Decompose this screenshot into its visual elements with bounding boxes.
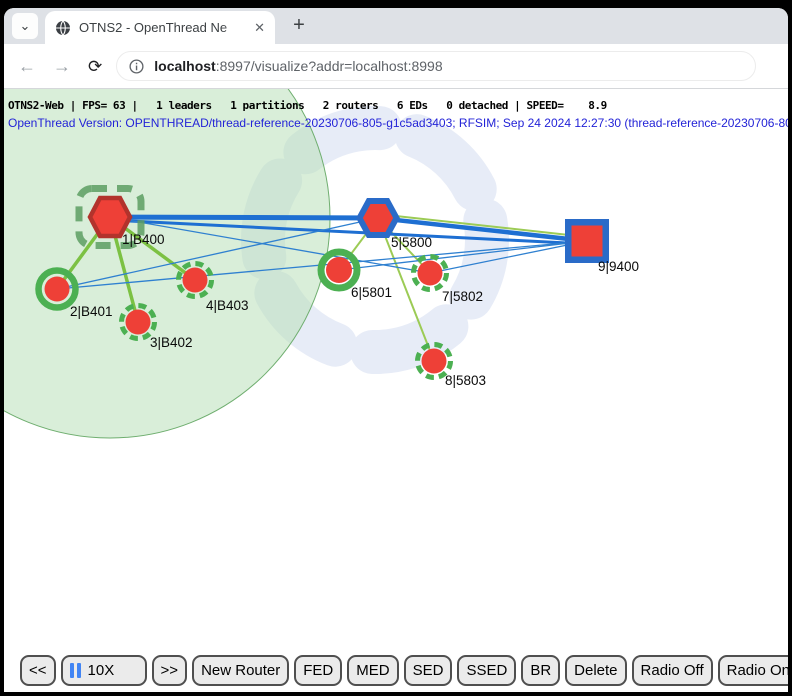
new-router-button[interactable]: New Router bbox=[192, 655, 289, 686]
status-line: OTNS2-Web | FPS= 63 | 1 leaders 1 partit… bbox=[8, 99, 607, 112]
node-8-label: 8|5803 bbox=[445, 373, 486, 388]
button-label: New Router bbox=[201, 663, 280, 678]
step-back-button[interactable]: << bbox=[20, 655, 56, 686]
fed-button[interactable]: FED bbox=[294, 655, 342, 686]
button-label: << bbox=[29, 663, 47, 678]
edge-1-5 bbox=[110, 217, 378, 218]
button-label: 10X bbox=[88, 663, 115, 678]
button-label: >> bbox=[161, 663, 179, 678]
node-7[interactable] bbox=[418, 261, 443, 286]
button-label: Delete bbox=[574, 663, 617, 678]
button-label: BR bbox=[530, 663, 551, 678]
url-path: :8997/visualize?addr=localhost:8998 bbox=[216, 58, 443, 74]
reload-icon[interactable]: ⟳ bbox=[88, 58, 102, 75]
tab-close-icon[interactable]: ✕ bbox=[254, 20, 265, 36]
pause-icon bbox=[70, 663, 84, 678]
node-9-label: 9|9400 bbox=[598, 259, 639, 274]
page-info-icon[interactable] bbox=[129, 59, 144, 74]
node-7-label: 7|5802 bbox=[442, 289, 483, 304]
br-button[interactable]: BR bbox=[521, 655, 560, 686]
node-2[interactable] bbox=[45, 277, 70, 302]
button-label: Radio Off bbox=[641, 663, 704, 678]
node-6[interactable] bbox=[326, 257, 352, 283]
tab-search-button[interactable]: ⌄ bbox=[12, 13, 38, 39]
node-1-label: 1|B400 bbox=[122, 232, 165, 247]
node-6-label: 6|5801 bbox=[351, 285, 392, 300]
tab-strip: ⌄ OTNS2 - OpenThread Ne ✕ + bbox=[4, 8, 788, 44]
button-label: SSED bbox=[466, 663, 507, 678]
button-label: FED bbox=[303, 663, 333, 678]
node-4-label: 4|B403 bbox=[206, 298, 249, 313]
browser-window: ⌄ OTNS2 - OpenThread Ne ✕ + ← → ⟳ localh… bbox=[4, 8, 788, 692]
address-field[interactable]: localhost:8997/visualize?addr=localhost:… bbox=[116, 51, 756, 81]
node-5-label: 5|5800 bbox=[391, 235, 432, 250]
network-canvas[interactable]: 1|B400 2|B401 3|B402 4|B403 5|5800 6|5801 7|58… bbox=[4, 89, 788, 648]
delete-button[interactable]: Delete bbox=[565, 655, 626, 686]
openthread-version-line: OpenThread Version: OPENTHREAD/thread-re… bbox=[8, 116, 788, 130]
tab-title: OTNS2 - OpenThread Ne bbox=[79, 20, 248, 36]
speed-button[interactable]: 10X bbox=[61, 655, 147, 686]
node-1[interactable] bbox=[90, 198, 130, 236]
node-5[interactable] bbox=[360, 201, 397, 235]
ssed-button[interactable]: SSED bbox=[457, 655, 516, 686]
button-label: MED bbox=[356, 663, 389, 678]
button-label: Radio On bbox=[727, 663, 788, 678]
tab-otns2[interactable]: OTNS2 - OpenThread Ne ✕ bbox=[45, 11, 275, 44]
url-host: localhost bbox=[154, 58, 215, 74]
forward-icon[interactable]: → bbox=[53, 57, 71, 75]
node-3-label: 3|B402 bbox=[150, 335, 193, 350]
url-text: localhost:8997/visualize?addr=localhost:… bbox=[154, 58, 442, 74]
radio-off-button[interactable]: Radio Off bbox=[632, 655, 713, 686]
back-icon[interactable]: ← bbox=[18, 57, 36, 75]
sed-button[interactable]: SED bbox=[404, 655, 453, 686]
node-4[interactable] bbox=[183, 268, 208, 293]
radio-on-button[interactable]: Radio On bbox=[718, 655, 788, 686]
chevron-down-icon: ⌄ bbox=[20, 18, 31, 34]
step-forward-button[interactable]: >> bbox=[152, 655, 188, 686]
radio-range-circle bbox=[4, 89, 330, 438]
node-8[interactable] bbox=[422, 349, 447, 374]
node-3[interactable] bbox=[126, 310, 151, 335]
globe-favicon-icon bbox=[55, 20, 71, 36]
plus-icon: + bbox=[293, 14, 305, 37]
url-bar: ← → ⟳ localhost:8997/visualize?addr=loca… bbox=[4, 44, 788, 88]
toolbar: << 10X >> New Router FED MED SED SSED BR Delete Ra… bbox=[4, 648, 788, 692]
new-tab-button[interactable]: + bbox=[286, 12, 312, 38]
button-label: SED bbox=[413, 663, 444, 678]
node-2-label: 2|B401 bbox=[70, 304, 113, 319]
node-9-fill bbox=[572, 226, 603, 257]
simulation-canvas-area: 1|B400 2|B401 3|B402 4|B403 5|5800 6|5801 7|58… bbox=[4, 89, 788, 648]
med-button[interactable]: MED bbox=[347, 655, 398, 686]
